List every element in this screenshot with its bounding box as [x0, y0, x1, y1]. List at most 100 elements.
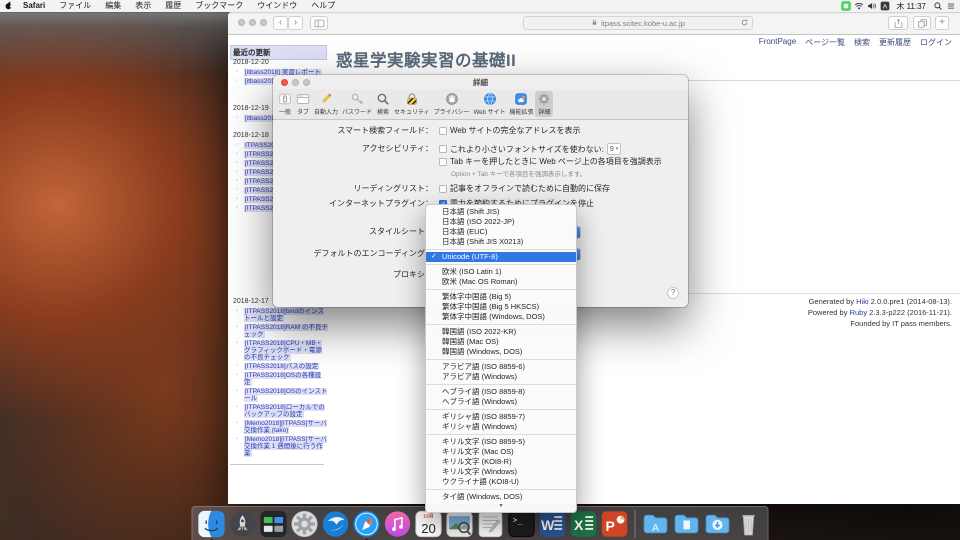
volume-icon[interactable]	[866, 1, 877, 12]
menu-item[interactable]: ヘブライ語 (ISO 8859-8)	[426, 387, 576, 397]
menu-item[interactable]: キリル文字 (Windows)	[426, 467, 576, 477]
min-font-size-checkbox[interactable]	[439, 145, 447, 153]
menu-item[interactable]: タイ語 (Windows, DOS)	[426, 492, 576, 502]
dock-preview-icon[interactable]	[446, 510, 474, 538]
wifi-icon[interactable]	[853, 1, 864, 12]
reload-icon[interactable]	[740, 18, 749, 29]
dock-system-preferences-icon[interactable]	[291, 510, 319, 538]
dock-finder-icon[interactable]	[198, 510, 226, 538]
sidebar-link[interactable]: [ITPASS2018]OSのインストール	[244, 388, 327, 402]
menu-bar-item-3[interactable]: 表示	[128, 1, 158, 10]
sidebar-link[interactable]: [ITPASS2018]CPU・MB・グラフィックボード・電源の不良チェック	[244, 340, 322, 361]
sidebar-toggle-button[interactable]	[310, 16, 328, 30]
sidebar-link[interactable]: [Memo2018][ITPASS]サーバ交換作業 1 週間後に行う作業	[244, 436, 327, 457]
menu-bar-item-4[interactable]: 履歴	[158, 1, 188, 10]
menu-item[interactable]: 日本語 (Shift JIS)	[426, 207, 576, 217]
back-button[interactable]: ‹	[273, 16, 288, 30]
dock-calendar-icon[interactable]: 12月20	[415, 510, 443, 538]
page-nav-link[interactable]: FrontPage	[759, 37, 796, 48]
font-size-select[interactable]: 9▾	[607, 143, 621, 155]
spotlight-icon[interactable]	[932, 1, 943, 12]
sidebar-link[interactable]: [ITPASS2018]RAM の不良チェック	[244, 324, 328, 338]
tab-overview-button[interactable]	[913, 16, 931, 30]
menu-item[interactable]: 繁体字中国語 (Big 5)	[426, 292, 576, 302]
pref-tab-extensions[interactable]: 機能拡張	[507, 91, 535, 117]
sidebar-link[interactable]: [ITPASS2018]bindのインストールと設定	[244, 308, 324, 322]
menu-item[interactable]: 韓国語 (Windows, DOS)	[426, 347, 576, 357]
dock-folder-documents-icon[interactable]	[673, 510, 701, 538]
dock-folder-downloads-icon[interactable]	[704, 510, 732, 538]
dock-textedit-icon[interactable]	[477, 510, 505, 538]
menu-item[interactable]: ギリシャ語 (ISO 8859-7)	[426, 412, 576, 422]
dock-word-icon[interactable]: W	[539, 510, 567, 538]
sidebar-link[interactable]: [ITPASS2018]OSの各種設定	[244, 372, 321, 386]
menu-item[interactable]: 韓国語 (ISO 2022-KR)	[426, 327, 576, 337]
menu-item[interactable]: アラビア語 (ISO 8859-6)	[426, 362, 576, 372]
page-nav-link[interactable]: 検索	[854, 37, 870, 48]
pref-tab-security[interactable]: セキュリティ	[392, 91, 432, 117]
dock-terminal-icon[interactable]: >_	[508, 510, 536, 538]
share-button[interactable]	[888, 16, 908, 30]
menu-item[interactable]: 欧米 (Mac OS Roman)	[426, 277, 576, 287]
dock-launchpad-icon[interactable]	[229, 510, 257, 538]
dock-excel-icon[interactable]: X	[570, 510, 598, 538]
zoom-button[interactable]	[260, 19, 267, 26]
menu-item[interactable]: 韓国語 (Mac OS)	[426, 337, 576, 347]
dock-mission-control-icon[interactable]	[260, 510, 288, 538]
page-nav-link[interactable]: 更新履歴	[879, 37, 911, 48]
minimize-button[interactable]	[249, 19, 256, 26]
pref-tab-general[interactable]: 一般	[276, 91, 294, 117]
menu-bar-item-6[interactable]: ウインドウ	[250, 1, 304, 10]
footer-link[interactable]: Ruby	[850, 308, 868, 317]
pref-tab-search[interactable]: 検索	[374, 91, 392, 117]
dock-thunderbird-icon[interactable]	[322, 510, 350, 538]
input-source-icon[interactable]: A	[879, 1, 890, 12]
scroll-down-icon[interactable]: ▼	[426, 502, 576, 510]
dock-folder-applications-icon[interactable]: A	[642, 510, 670, 538]
menu-bar-item-2[interactable]: 編集	[98, 1, 128, 10]
menu-item[interactable]: ギリシャ語 (Windows)	[426, 422, 576, 432]
tab-highlight-checkbox[interactable]	[439, 158, 447, 166]
close-button[interactable]	[238, 19, 245, 26]
help-button[interactable]: ?	[667, 287, 679, 299]
menu-item[interactable]: 日本語 (EUC)	[426, 227, 576, 237]
menu-item[interactable]: キリル文字 (Mac OS)	[426, 447, 576, 457]
menu-item[interactable]: 日本語 (ISO 2022-JP)	[426, 217, 576, 227]
menu-item[interactable]: ウクライナ語 (KOI8-U)	[426, 477, 576, 487]
dock-trash-icon[interactable]	[735, 510, 763, 538]
dialog-zoom-button[interactable]	[303, 79, 310, 86]
status-app-icon[interactable]	[840, 1, 851, 12]
menu-bar-clock[interactable]: 木 11:37	[892, 1, 930, 12]
menu-item[interactable]: ✓Unicode (UTF-8)	[426, 252, 576, 262]
dock-itunes-icon[interactable]	[384, 510, 412, 538]
footer-link[interactable]: Hiki	[856, 297, 869, 306]
sidebar-link[interactable]: [ITPASS2018]パスの設定	[244, 363, 319, 370]
sidebar-link[interactable]: [Memo2018][ITPASS]サーバ交換作業 (tako)	[244, 420, 327, 434]
pref-tab-advanced[interactable]: 詳細	[535, 91, 553, 117]
dialog-minimize-button[interactable]	[292, 79, 299, 86]
pref-tab-autofill[interactable]: 自動入力	[312, 91, 340, 117]
menu-item[interactable]: アラビア語 (Windows)	[426, 372, 576, 382]
menu-item[interactable]: ヘブライ語 (Windows)	[426, 397, 576, 407]
apple-menu[interactable]	[0, 1, 16, 12]
address-bar[interactable]: itpass.scitec.kobe-u.ac.jp	[523, 16, 753, 30]
menu-bar-item-1[interactable]: ファイル	[52, 1, 98, 10]
pref-tab-websites[interactable]: Web サイト	[472, 91, 508, 117]
menu-item[interactable]: 日本語 (Shift JIS X0213)	[426, 237, 576, 247]
pref-tab-passwords[interactable]: パスワード	[340, 91, 374, 117]
dock-powerpoint-icon[interactable]: P	[601, 510, 629, 538]
menu-item[interactable]: キリル文字 (ISO 8859-5)	[426, 437, 576, 447]
reading-list-checkbox[interactable]	[439, 185, 447, 193]
sidebar-link[interactable]: [ITPASS2018]ローカルでのバックアップの設定	[244, 404, 325, 418]
menu-bar-item-7[interactable]: ヘルプ	[304, 1, 342, 10]
dock-safari-icon[interactable]	[353, 510, 381, 538]
new-tab-button[interactable]: +	[935, 16, 949, 30]
menu-item[interactable]: 繁体字中国語 (Big 5 HKSCS)	[426, 302, 576, 312]
forward-button[interactable]: ›	[288, 16, 303, 30]
dialog-close-button[interactable]	[281, 79, 288, 86]
menu-item[interactable]: 欧米 (ISO Latin 1)	[426, 267, 576, 277]
menu-item[interactable]: キリル文字 (KOI8-R)	[426, 457, 576, 467]
pref-tab-tabs[interactable]: タブ	[294, 91, 312, 117]
smart-search-checkbox[interactable]	[439, 127, 447, 135]
notification-center-icon[interactable]	[945, 1, 956, 12]
